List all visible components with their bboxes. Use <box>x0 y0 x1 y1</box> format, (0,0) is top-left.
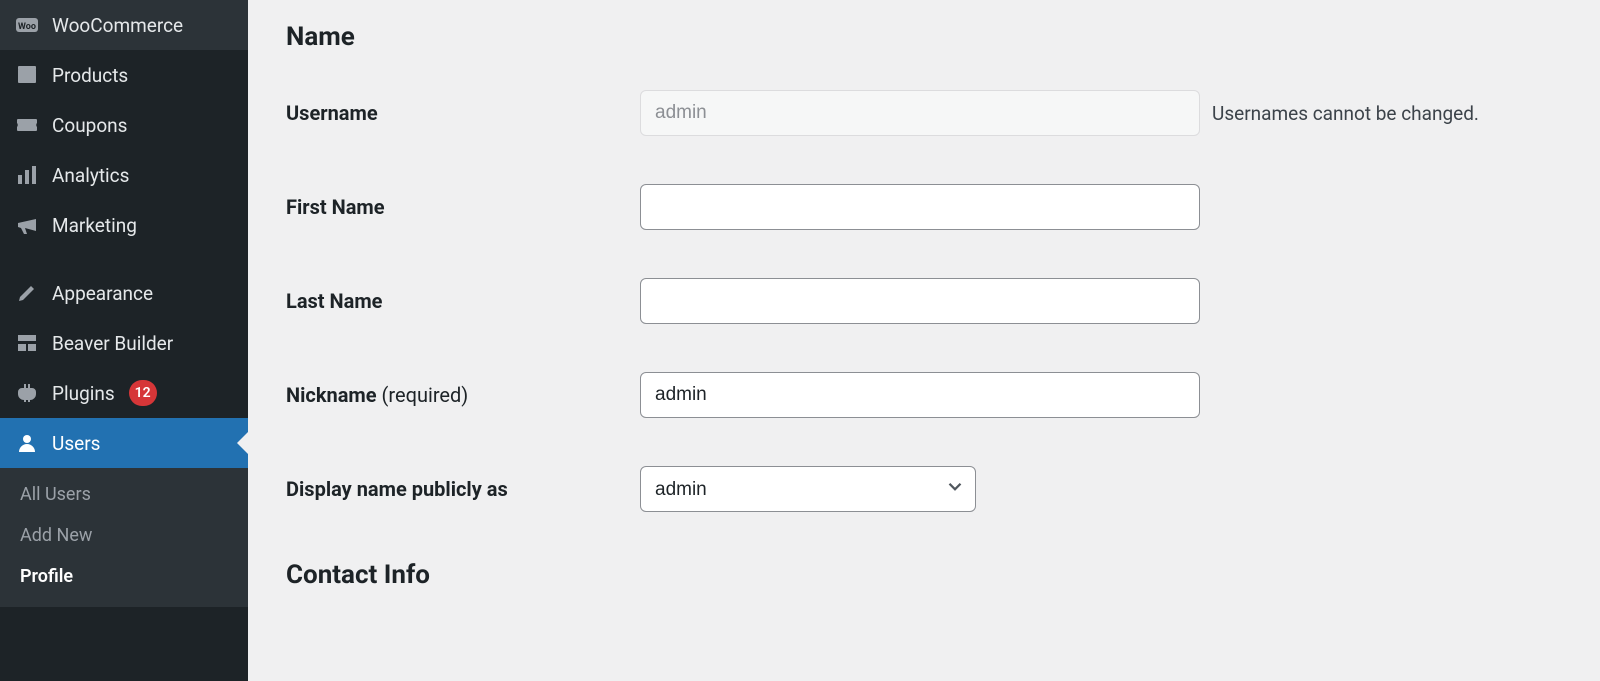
svg-text:Woo: Woo <box>18 22 36 32</box>
input-last-name[interactable] <box>640 278 1200 324</box>
submenu-item-all-users[interactable]: All Users <box>0 474 248 515</box>
sidebar-item-appearance[interactable]: Appearance <box>0 268 248 318</box>
field-row-first-name: First Name <box>286 184 1562 230</box>
sidebar-item-label: Users <box>52 432 100 455</box>
products-icon <box>14 62 40 88</box>
label-last-name: Last Name <box>286 289 640 313</box>
field-row-display-name: Display name publicly as admin <box>286 466 1562 512</box>
input-first-name[interactable] <box>640 184 1200 230</box>
section-heading-contact: Contact Info <box>286 560 1562 590</box>
beaver-builder-icon <box>14 330 40 356</box>
sidebar-item-analytics[interactable]: Analytics <box>0 150 248 200</box>
input-nickname[interactable] <box>640 372 1200 418</box>
sidebar-item-label: Analytics <box>52 164 129 187</box>
sidebar-item-users[interactable]: Users <box>0 418 248 468</box>
analytics-icon <box>14 162 40 188</box>
users-submenu: All Users Add New Profile <box>0 468 248 607</box>
select-display-name[interactable]: admin <box>640 466 976 512</box>
plugins-update-badge: 12 <box>129 380 157 406</box>
sidebar-item-label: WooCommerce <box>52 14 183 37</box>
admin-sidebar: Woo WooCommerce Products Coupons Analyti… <box>0 0 248 681</box>
sidebar-item-marketing[interactable]: Marketing <box>0 200 248 250</box>
main-content: Name Username Usernames cannot be change… <box>248 0 1600 681</box>
label-username: Username <box>286 101 640 125</box>
sidebar-separator <box>0 250 248 268</box>
sidebar-item-label: Beaver Builder <box>52 332 173 355</box>
input-username <box>640 90 1200 136</box>
marketing-icon <box>14 212 40 238</box>
sidebar-menu: Woo WooCommerce Products Coupons Analyti… <box>0 0 248 468</box>
users-icon <box>14 430 40 456</box>
label-display-name: Display name publicly as <box>286 477 640 501</box>
sidebar-item-label: Marketing <box>52 214 137 237</box>
field-row-last-name: Last Name <box>286 278 1562 324</box>
woocommerce-icon: Woo <box>14 12 40 38</box>
label-first-name: First Name <box>286 195 640 219</box>
sidebar-item-label: Products <box>52 64 128 87</box>
label-nickname: Nickname (required) <box>286 383 640 407</box>
sidebar-item-label: Plugins <box>52 382 115 405</box>
submenu-item-add-new[interactable]: Add New <box>0 515 248 556</box>
sidebar-item-products[interactable]: Products <box>0 50 248 100</box>
section-heading-name: Name <box>286 22 1562 52</box>
sidebar-item-label: Appearance <box>52 282 153 305</box>
submenu-item-profile[interactable]: Profile <box>0 556 248 597</box>
appearance-icon <box>14 280 40 306</box>
sidebar-item-label: Coupons <box>52 114 127 137</box>
coupons-icon <box>14 112 40 138</box>
sidebar-item-woocommerce[interactable]: Woo WooCommerce <box>0 0 248 50</box>
help-username: Usernames cannot be changed. <box>1200 102 1562 125</box>
sidebar-item-beaver-builder[interactable]: Beaver Builder <box>0 318 248 368</box>
sidebar-item-coupons[interactable]: Coupons <box>0 100 248 150</box>
select-display-name-wrap: admin <box>640 466 976 512</box>
field-row-nickname: Nickname (required) <box>286 372 1562 418</box>
sidebar-item-plugins[interactable]: Plugins 12 <box>0 368 248 418</box>
field-row-username: Username Usernames cannot be changed. <box>286 90 1562 136</box>
plugins-icon <box>14 380 40 406</box>
